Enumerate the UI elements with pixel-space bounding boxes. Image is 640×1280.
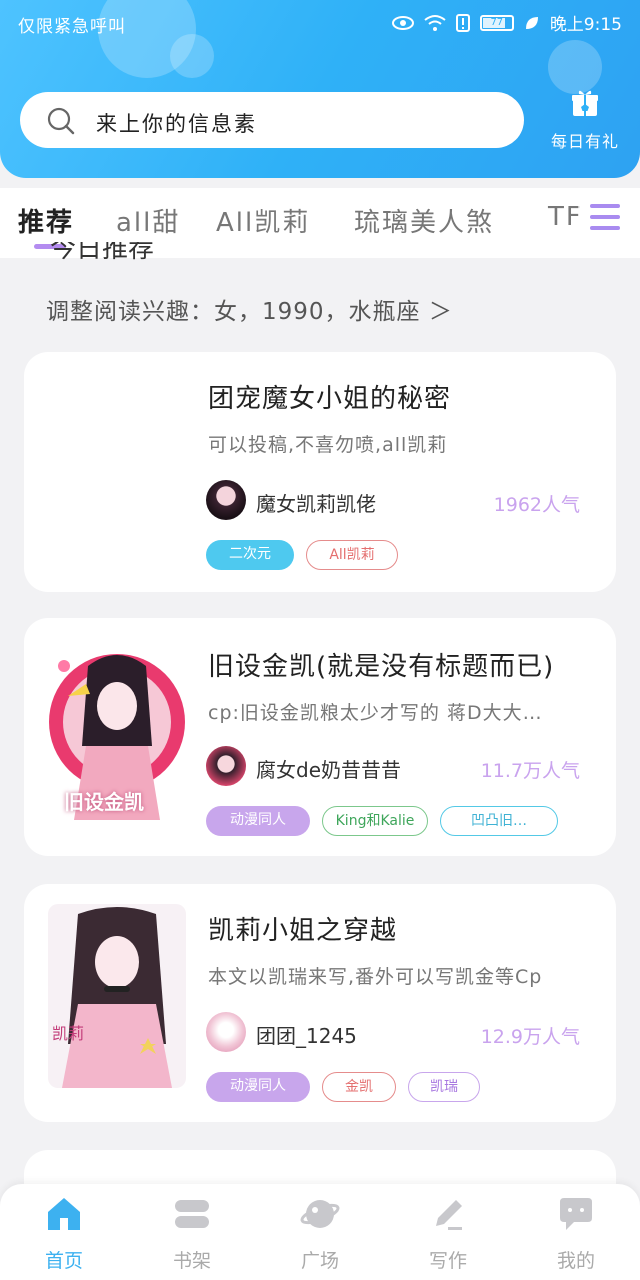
bottom-navigation: 首页 书架 广场 写作 我的: [0, 1184, 640, 1280]
book-card[interactable]: 凯莉 凯莉小姐之穿越 本文以凯瑞来写,番外可以写凯金等Cp 团团_1245 12…: [24, 884, 616, 1122]
carrier-text: 仅限紧急呼叫: [18, 17, 126, 37]
book-title: 旧设金凯(就是没有标题而已): [208, 652, 555, 682]
eye-icon: [391, 15, 414, 30]
cover-caption: 凯莉: [52, 1024, 85, 1043]
tab-recommend[interactable]: 推荐: [18, 202, 74, 239]
cover-caption: 旧设金凯: [64, 790, 144, 814]
pen-icon: [436, 1200, 462, 1230]
book-tag[interactable]: All凯莉: [306, 540, 398, 570]
section-title: 今日推荐: [50, 242, 155, 262]
planet-icon: [300, 1200, 340, 1228]
book-tag[interactable]: 动漫同人: [206, 806, 310, 836]
search-placeholder: 来上你的信息素: [96, 112, 257, 136]
chat-bubble-icon: [560, 1198, 592, 1230]
daily-gift-button[interactable]: 每日有礼: [540, 86, 630, 156]
book-card[interactable]: 旧设金凯 旧设金凯(就是没有标题而已) cp:旧设金凯粮太少才写的 蒋D大大… …: [24, 618, 616, 856]
book-title: 凯莉小姐之穿越: [208, 916, 398, 946]
status-icons: 77 晚上9:15: [391, 10, 622, 35]
bookshelf-icon: [175, 1200, 209, 1228]
book-title: 团宠魔女小姐的秘密: [208, 384, 452, 414]
leaf-icon: [525, 16, 538, 29]
nav-home-label: 首页: [44, 1250, 83, 1272]
nav-square[interactable]: 广场: [280, 1194, 360, 1273]
status-bar: 仅限紧急呼叫 77 晚上9:15: [0, 0, 640, 44]
app-header: 仅限紧急呼叫 77 晚上9:15 来上你的信息素 每日有礼: [0, 0, 640, 178]
clock: 晚上9:15: [549, 15, 622, 35]
tab-liuli[interactable]: 琉璃美人煞: [354, 202, 494, 239]
book-tag[interactable]: King和Kalie: [322, 806, 428, 836]
book-tag[interactable]: 凯瑞: [408, 1072, 480, 1102]
book-tag[interactable]: 二次元: [206, 540, 294, 570]
battery-icon: 77: [479, 14, 514, 31]
nav-write-label: 写作: [428, 1250, 467, 1272]
popularity-count: 1962人气: [493, 494, 580, 516]
book-tag[interactable]: 凹凸旧…: [440, 806, 558, 836]
nav-bookshelf-label: 书架: [172, 1250, 211, 1272]
gift-icon: [572, 90, 598, 116]
wifi-icon: [424, 14, 446, 31]
gift-label: 每日有礼: [550, 132, 619, 151]
popularity-count: 11.7万人气: [480, 760, 580, 782]
book-desc: cp:旧设金凯粮太少才写的 蒋D大大…: [208, 702, 543, 724]
adjust-interest-link[interactable]: 调整阅读兴趣：女，1990，水瓶座 ＞: [46, 292, 453, 326]
popularity-count: 12.9万人气: [480, 1026, 580, 1048]
tab-menu-button[interactable]: [578, 188, 640, 248]
cover-illustration: [48, 904, 186, 1088]
author-avatar: [206, 1012, 246, 1052]
nav-bookshelf[interactable]: 书架: [152, 1194, 232, 1273]
home-icon: [48, 1198, 80, 1230]
nav-mine[interactable]: 我的: [536, 1194, 616, 1273]
nav-write[interactable]: 写作: [408, 1194, 488, 1273]
book-desc: 可以投稿,不喜勿喷,all凯莉: [208, 434, 448, 456]
tab-all-sweet[interactable]: all甜: [116, 202, 180, 239]
book-cover: 凯莉: [48, 904, 186, 1088]
book-cover: 旧设金凯: [48, 636, 186, 820]
alert-icon: [455, 13, 470, 32]
book-tag[interactable]: 金凯: [322, 1072, 396, 1102]
nav-mine-label: 我的: [556, 1250, 595, 1272]
nav-square-label: 广场: [300, 1250, 339, 1272]
book-tag[interactable]: 动漫同人: [206, 1072, 310, 1102]
nav-home[interactable]: 首页: [24, 1194, 104, 1273]
author-name: 团团_1245: [256, 1024, 357, 1048]
search-icon: [47, 107, 75, 135]
book-card[interactable]: 团宠魔女小姐的秘密 可以投稿,不喜勿喷,all凯莉 魔女凯莉凯佬 1962人气 …: [24, 352, 616, 592]
author-name: 腐女de奶昔昔昔: [256, 758, 401, 782]
author-avatar: [206, 480, 246, 520]
search-bar[interactable]: 来上你的信息素: [20, 92, 524, 148]
tab-all-kailie[interactable]: All凯莉: [216, 202, 310, 239]
book-desc: 本文以凯瑞来写,番外可以写凯金等Cp: [208, 966, 543, 988]
author-name: 魔女凯莉凯佬: [256, 492, 376, 516]
author-avatar: [206, 746, 246, 786]
